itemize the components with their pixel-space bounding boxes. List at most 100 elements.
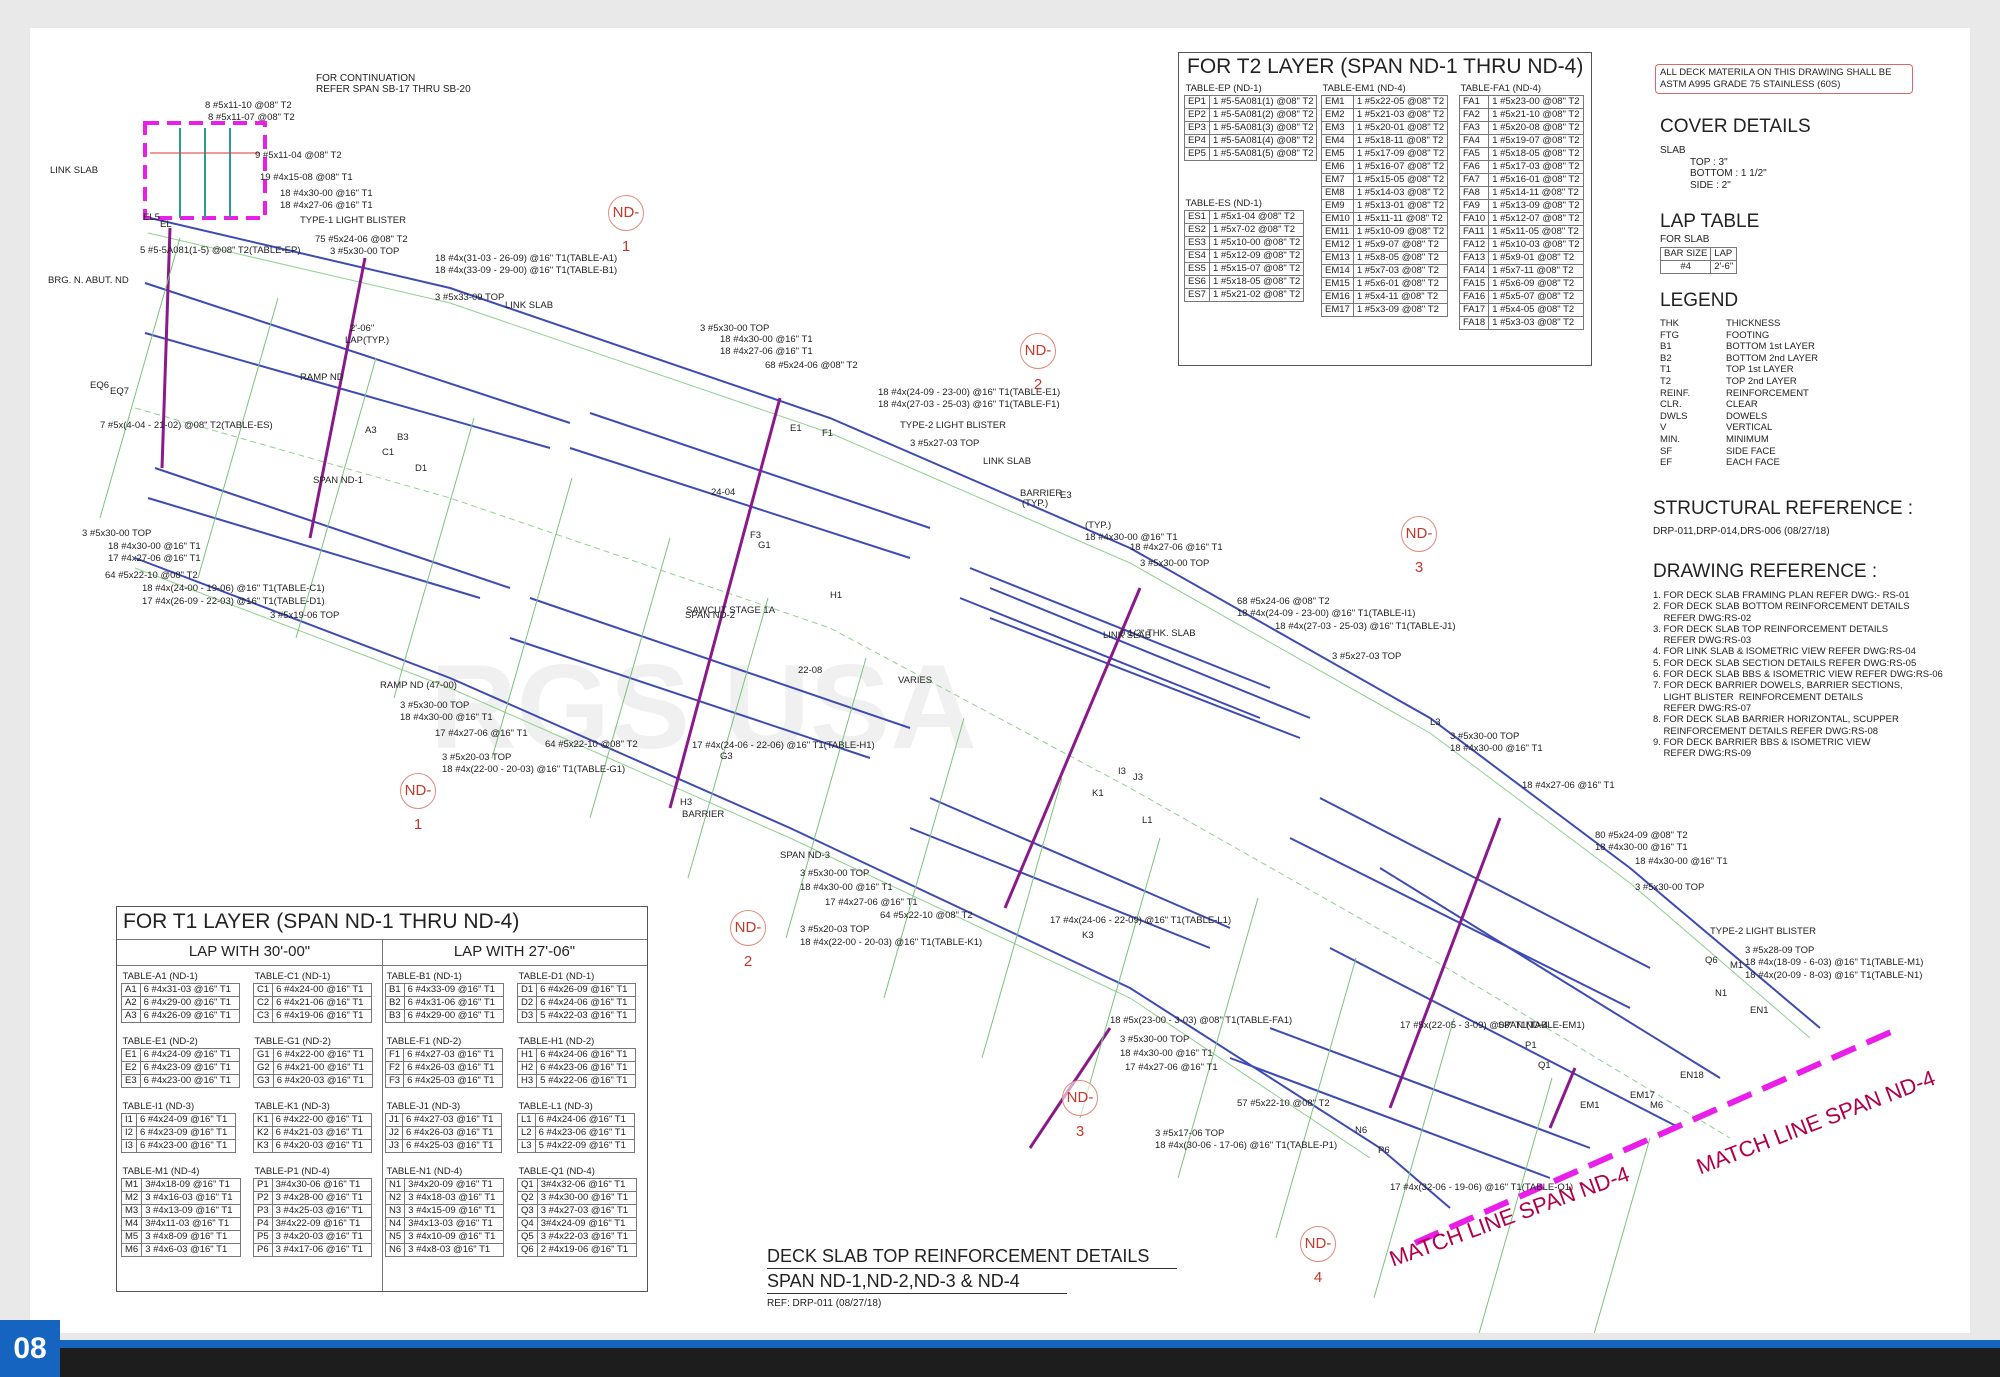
table-row: ES5 1 #5x15-07 @08" T2 [1184, 262, 1305, 276]
bar-mark: FA10 [1458, 212, 1490, 226]
table-row: Q4 3#4x24-09 @16" T1 [517, 1217, 637, 1231]
plan-label: 80 #5x24-09 @08" T2 [1595, 830, 1688, 841]
plan-label: EN1 [1750, 1005, 1768, 1016]
table-row: EP2 1 #5-5A081(2) @08" T2 [1184, 108, 1318, 122]
plan-label: C1 [382, 447, 394, 458]
structural-ref-title: STRUCTURAL REFERENCE : [1653, 498, 1914, 519]
table-row: EM14 1 #5x7-03 @08" T2 [1321, 264, 1449, 278]
plan-label: 64 #5x22-10 @08" T2 [105, 570, 198, 581]
table-row: K2 6 #4x21-03 @16" T1 [253, 1126, 372, 1140]
drawing-ref-line: 9. FOR DECK BARRIER BBS & ISOMETRIC VIEW [1653, 736, 1871, 748]
bar-spec: 1 #5x9-07 @08" T2 [1352, 238, 1449, 252]
bar-spec: 6 #4x24-06 @16" T1 [536, 996, 637, 1010]
legend-meaning: THICKNESS [1726, 318, 1781, 329]
table-row: N4 3#4x13-03 @16" T1 [384, 1217, 505, 1231]
plan-label: 18 #5x(23-00 - 3-03) @08" T1(TABLE-FA1) [1110, 1015, 1292, 1026]
plan-label: SPAN ND-3 [780, 850, 830, 861]
plan-label: L3 [1430, 717, 1441, 728]
bar-mark: EM14 [1321, 264, 1354, 278]
bar-spec: 3 #4x8-03 @16" T1 [404, 1243, 505, 1257]
bar-mark: G1 [253, 1048, 274, 1062]
plan-label: B3 [397, 432, 409, 443]
plan-label: 18 #4x(24-00 - 19-06) @16" T1(TABLE-C1) [142, 583, 325, 594]
plan-label: 18 #4x(33-09 - 29-00) @16" T1(TABLE-B1) [435, 265, 617, 276]
table-row: FA13 1 #5x9-01 @08" T2 [1458, 251, 1584, 265]
bar-mark: M2 [120, 1191, 143, 1205]
plan-label: EQ6 [90, 380, 109, 391]
drawing-title: DECK SLAB TOP REINFORCEMENT DETAILS [767, 1246, 1150, 1266]
plan-label: 64 #5x22-10 @08" T2 [545, 739, 638, 750]
table-row: A3 6 #4x26-09 @16" T1 [121, 1009, 240, 1023]
bar-spec: 3 #4x15-09 @16" T1 [404, 1204, 505, 1218]
table-row: EM1 1 #5x22-05 @08" T2 [1321, 95, 1449, 109]
table-row: D2 6 #4x24-06 @16" T1 [516, 996, 637, 1010]
plan-label: J3 [1133, 772, 1143, 783]
table-row: FA8 1 #5x14-11 @08" T2 [1458, 186, 1584, 200]
t1-table-title: TABLE-H1 (ND-2) [518, 1036, 595, 1047]
t1-table-title: TABLE-A1 (ND-1) [122, 971, 198, 982]
plan-label: 18 #4x30-00 @16" T1 [280, 188, 373, 199]
title-underline [767, 1268, 1177, 1269]
plan-label: 18 #4x27-06 @16" T1 [280, 200, 373, 211]
bar-spec: 1 #5-5A081(3) @08" T2 [1208, 121, 1318, 135]
plan-label: 18 #4x30-00 @16" T1 [400, 712, 493, 723]
bar-mark: ES3 [1184, 236, 1210, 250]
bar-spec: 1 #5x13-01 @08" T2 [1352, 199, 1449, 213]
bar-mark: C1 [252, 983, 274, 997]
bar-mark: FA7 [1458, 173, 1490, 187]
bar-mark: EM15 [1321, 277, 1354, 291]
nd-marker: ND-2 [730, 910, 766, 970]
bar-spec: 3 #4x18-03 @16" T1 [404, 1191, 505, 1205]
bar-spec: 3 #4x13-09 @16" T1 [141, 1204, 242, 1218]
bar-mark: N4 [384, 1217, 406, 1231]
bar-spec: 6 #4x29-00 @16" T1 [403, 1009, 504, 1023]
drawing-ref-line: REFER DWG:RS-02 [1653, 612, 1752, 624]
plan-label: 2'-06" [350, 323, 374, 334]
bar-spec: 6 #4x24-09 @16" T1 [139, 1048, 240, 1062]
drawing-subtitle: SPAN ND-1,ND-2,ND-3 & ND-4 [767, 1271, 1020, 1291]
bar-mark: FA13 [1458, 251, 1490, 265]
plan-label: 18 #4x27-06 @16" T1 [1130, 542, 1223, 553]
bar-spec: 3#4x20-09 @16" T1 [404, 1178, 505, 1192]
table-row: A1 6 #4x31-03 @16" T1 [121, 983, 240, 997]
bar-mark: FA12 [1458, 238, 1490, 252]
drawing-ref-line: 4. FOR LINK SLAB & ISOMETRIC VIEW REFER … [1653, 646, 1916, 658]
plan-label: 75 #5x24-06 @08" T2 [315, 234, 408, 245]
bar-spec: 1 #5x17-09 @08" T2 [1352, 147, 1449, 161]
table-row: Q6 2 #4x19-06 @16" T1 [517, 1243, 637, 1257]
legend-meaning: FOOTING [1726, 329, 1770, 341]
plan-label: RAMP ND (47-00) [380, 680, 457, 691]
legend-abbr: THK [1660, 318, 1679, 329]
table-row: FA17 1 #5x4-05 @08" T2 [1458, 303, 1584, 317]
plan-label: 3 #5x27-03 TOP [910, 438, 979, 449]
bar-spec: 6 #4x24-06 @16" T1 [534, 1113, 635, 1127]
t1-table: TABLE-F1 (ND-2) F1 6 #4x27-03 @16" T1 F2 6 #… [384, 1036, 504, 1088]
legend-item: FTG FOOTING [1660, 330, 1818, 342]
legend-meaning: BOTTOM 2nd LAYER [1726, 352, 1819, 364]
continuation-note: FOR CONTINUATION REFER SPAN SB-17 THRU S… [316, 73, 471, 95]
bar-spec: 3#4x18-09 @16" T1 [141, 1178, 242, 1192]
t1-table: TABLE-Q1 (ND-4) Q1 3#4x32-06 @16" T1 Q2 3 #4… [517, 1166, 637, 1257]
table-title: TABLE-FA1 (ND-4) [1460, 83, 1542, 94]
t1-table: TABLE-C1 (ND-1) C1 6 #4x24-00 @16" T1 C2 6 #… [252, 971, 373, 1023]
nd-marker: ND-2 [1020, 333, 1056, 393]
table-row: G2 6 #4x21-00 @16" T1 [253, 1061, 373, 1075]
plan-label: M6 [1650, 1100, 1663, 1111]
bar-spec: 1 #5x5-07 @08" T2 [1488, 290, 1584, 304]
table-row: FA5 1 #5x18-05 @08" T2 [1458, 147, 1584, 161]
table-row: FA9 1 #5x13-09 @08" T2 [1458, 199, 1584, 213]
bar-mark: C2 [252, 996, 274, 1010]
bar-mark: EM6 [1321, 160, 1354, 174]
table-row: FA15 1 #5x6-09 @08" T2 [1458, 277, 1584, 291]
table-row: EP4 1 #5-5A081(4) @08" T2 [1184, 134, 1318, 148]
bar-spec: 3 #4x25-03 @16" T1 [271, 1204, 372, 1218]
table-row: M4 3#4x11-03 @16" T1 [120, 1217, 242, 1231]
table-row: EM9 1 #5x13-01 @08" T2 [1321, 199, 1449, 213]
legend-item: DWLS DOWELS [1660, 411, 1818, 423]
legend-item: CLR. CLEAR [1660, 399, 1818, 411]
bar-mark: EP4 [1184, 134, 1210, 148]
t1-layer-panel: FOR T1 LAYER (SPAN ND-1 THRU ND-4) LAP W… [116, 906, 648, 1292]
material-note-line-2: ASTM A995 GRADE 75 STAINLESS (60S) [1660, 79, 1841, 90]
table-row: EP1 1 #5-5A081(1) @08" T2 [1184, 95, 1318, 109]
plan-label: 18 #4x30-00 @16" T1 [1635, 856, 1728, 867]
